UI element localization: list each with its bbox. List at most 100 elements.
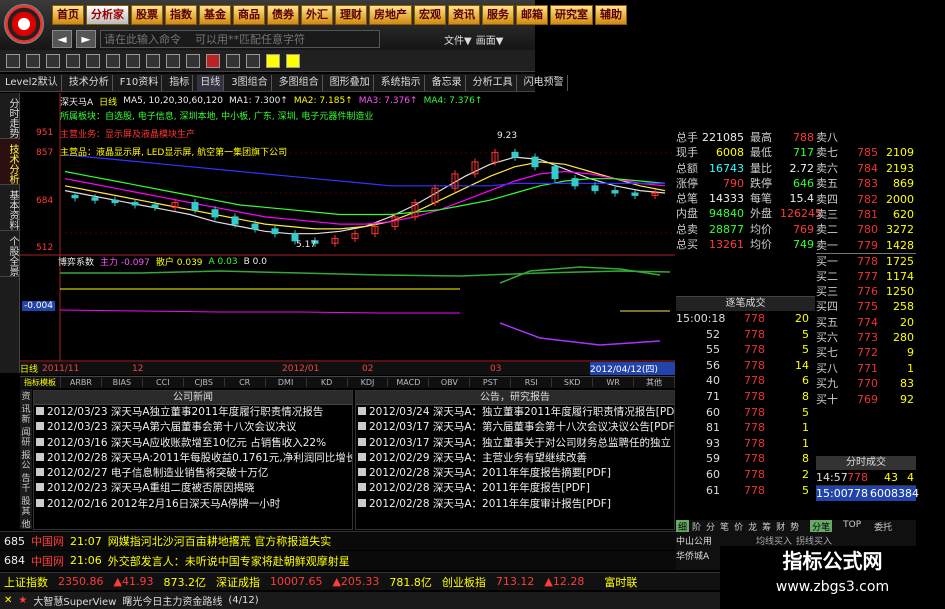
toolbar-item[interactable]: 多图组合 xyxy=(276,74,323,91)
news-row[interactable]: 2012/02/29 深天马A：主营业务有望继续改善 xyxy=(356,451,674,466)
news-headline[interactable]: 2012/02/28 深天马A：2011年年度审计报告[PDF] xyxy=(369,498,611,510)
side-tab[interactable]: 财 xyxy=(774,520,787,533)
view-menu[interactable]: 画面▼ xyxy=(476,32,504,47)
alert-icon[interactable] xyxy=(266,53,280,68)
order-row[interactable]: 买三 776 1250 xyxy=(816,284,916,299)
news-vertical-tab[interactable]: 公告 xyxy=(20,458,32,484)
menu-item[interactable]: 首页 xyxy=(52,5,84,25)
side-tab[interactable]: 龙 xyxy=(746,520,759,533)
indicator-tab[interactable]: PST xyxy=(470,378,512,387)
news-row[interactable]: 2012/02/28 深天马A：2011年年度审计报告[PDF] xyxy=(356,497,674,512)
list-icon[interactable] xyxy=(106,53,120,68)
zoom-out-icon[interactable] xyxy=(66,53,80,68)
toolbar-item[interactable]: F10资料 xyxy=(117,74,163,91)
menu-item[interactable]: 服务 xyxy=(482,5,514,25)
arrow-right-icon[interactable] xyxy=(146,53,160,68)
menu-item[interactable]: 外汇 xyxy=(301,5,333,25)
news-row[interactable]: 2012/03/17 深天马A：第六届董事会第十八次会议决议公告[PDF] xyxy=(356,420,674,435)
toolbar-item[interactable]: 指标 xyxy=(166,74,194,91)
menu-item[interactable]: 商品 xyxy=(233,5,265,25)
indicator-tab[interactable]: KDJ xyxy=(348,378,389,387)
news-headline[interactable]: 2012/03/17 深天马A：独立董事关于对公司财务总监聘任的独立 xyxy=(369,437,671,449)
toolbar-item[interactable]: 图形叠加 xyxy=(327,74,374,91)
arrow-left-icon[interactable] xyxy=(126,53,140,68)
news-headline[interactable]: 2012/02/29 深天马A：主营业务有望继续改善 xyxy=(369,452,587,464)
menu-item[interactable]: 房地产 xyxy=(369,5,412,25)
indicator-tab[interactable]: SKD xyxy=(552,378,594,387)
indicator-tab[interactable]: BIAS xyxy=(102,378,143,387)
grid-icon[interactable] xyxy=(6,53,20,68)
menu-item[interactable]: 辅助 xyxy=(595,5,627,25)
news-row[interactable]: 2012/02/28 深天马A：2011年年度报告[PDF] xyxy=(356,481,674,496)
order-row[interactable]: 买十 769 92 xyxy=(816,392,916,407)
minus-icon[interactable] xyxy=(166,53,180,68)
side-tab[interactable]: 势 xyxy=(788,520,801,533)
news-row[interactable]: 2012/03/23 深天马A独立董事2011年度履行职责情况报告 xyxy=(34,405,352,420)
indicator-tab[interactable]: MACD xyxy=(388,378,430,387)
news-headline[interactable]: 2012/03/17 深天马A：第六届董事会第十八次会议决议公告[PDF] xyxy=(369,421,674,433)
order-row[interactable]: 买八 771 1 xyxy=(816,361,916,376)
toolbar-item[interactable]: 闪电预警 xyxy=(521,74,568,91)
news-headline[interactable]: 2012/03/24 深天马A：独立董事2011年度履行职责情况报告[PDF] xyxy=(369,406,674,418)
zoom-in-icon[interactable] xyxy=(46,53,60,68)
side-tab[interactable]: 分 xyxy=(704,520,717,533)
record-icon[interactable] xyxy=(206,53,220,68)
news-headline[interactable]: 2012/02/28 深天马A：2011年年度报告摘要[PDF] xyxy=(369,467,611,479)
order-row[interactable]: 买一 778 1725 xyxy=(816,253,916,268)
news-vertical-tab[interactable]: 研报 xyxy=(20,435,32,461)
news-vertical-tab[interactable]: 其他 xyxy=(20,504,32,530)
news-row[interactable]: 2012/02/23 深天马A重组二度被否原因揭晓 xyxy=(34,481,352,496)
toolbar-item[interactable]: 日线 xyxy=(197,74,225,91)
order-row[interactable]: 买五 774 20 xyxy=(816,315,916,330)
forward-icon[interactable]: ► xyxy=(76,30,96,48)
order-row[interactable]: 卖三 781 620 xyxy=(816,207,916,222)
news-row[interactable]: 2012/03/23 深天马A第六届董事会第十八次会议决议 xyxy=(34,420,352,435)
news-ticker-1[interactable]: 685 中国网 21:07 网媒指河北沙河百亩耕地撂荒 官方称报道失实 xyxy=(0,531,676,550)
menu-item[interactable]: 指数 xyxy=(165,5,197,25)
news-row[interactable]: 2012/02/28 深天马A:2011年每股收益0.1761元,净利润同比增长… xyxy=(34,451,352,466)
news-row[interactable]: 2012/03/17 深天马A：独立董事关于对公司财务总监聘任的独立 xyxy=(356,436,674,451)
file-menu[interactable]: 文件▼ xyxy=(444,32,472,47)
menu-item[interactable]: 资讯 xyxy=(448,5,480,25)
menu-item[interactable]: 股票 xyxy=(131,5,163,25)
close-icon[interactable]: ✕ xyxy=(4,595,12,606)
menu-item[interactable]: 宏观 xyxy=(414,5,446,25)
diamond-icon[interactable] xyxy=(286,53,300,68)
news-row[interactable]: 2012/02/27 电子信息制造业销售将突破十万亿 xyxy=(34,466,352,481)
news-vertical-tab[interactable]: 千股 xyxy=(20,481,32,507)
menu-item[interactable]: 基金 xyxy=(199,5,231,25)
command-input[interactable] xyxy=(100,30,380,48)
indicator-tab[interactable]: CCI xyxy=(143,378,184,387)
indicator-tab[interactable]: DMI xyxy=(266,378,307,387)
side-tab[interactable]: 分笔 xyxy=(810,520,833,533)
news-vertical-tab[interactable]: 资讯 xyxy=(20,389,32,415)
vertical-tab[interactable]: 个股全景 xyxy=(0,231,20,277)
vertical-tab[interactable]: 基本资料 xyxy=(0,185,20,231)
toolbar-item[interactable]: 分析工具 xyxy=(470,74,517,91)
index-name[interactable]: 上证指数 xyxy=(4,574,48,590)
order-row[interactable]: 卖八 xyxy=(816,130,916,145)
order-row[interactable]: 买二 777 1174 xyxy=(816,269,916,284)
order-row[interactable]: 卖五 783 869 xyxy=(816,176,916,191)
cursor-icon[interactable] xyxy=(26,53,40,68)
order-row[interactable]: 卖二 780 3272 xyxy=(816,222,916,237)
back-icon[interactable]: ◄ xyxy=(52,30,72,48)
indicator-tab[interactable]: CR xyxy=(225,378,266,387)
index-name[interactable]: 深证成指 xyxy=(216,574,260,590)
news-row[interactable]: 2012/03/16 深天马A应收账款增至10亿元 占销售收入22% xyxy=(34,436,352,451)
menu-item[interactable]: 理财 xyxy=(335,5,367,25)
news-headline[interactable]: 2012/03/23 深天马A独立董事2011年度履行职责情况报告 xyxy=(47,406,323,418)
news-vertical-tab[interactable]: 新闻 xyxy=(20,412,32,438)
order-row[interactable]: 卖六 784 2193 xyxy=(816,161,916,176)
side-tab[interactable]: 笔 xyxy=(718,520,731,533)
window-icon[interactable] xyxy=(86,53,100,68)
news-row[interactable]: 2012/02/28 深天马A：2011年年度报告摘要[PDF] xyxy=(356,466,674,481)
menu-item[interactable]: 债券 xyxy=(267,5,299,25)
news-headline[interactable]: 2012/02/28 深天马A:2011年每股收益0.1761元,净利润同比增长… xyxy=(47,452,352,464)
plus-icon[interactable] xyxy=(186,53,200,68)
news-headline[interactable]: 2012/02/27 电子信息制造业销售将突破十万亿 xyxy=(47,467,268,479)
order-row[interactable]: 买四 775 258 xyxy=(816,299,916,314)
indicator-tab[interactable]: RSI xyxy=(511,378,553,387)
toolbar-item[interactable]: 备忘录 xyxy=(429,74,466,91)
side-tab[interactable]: 价 xyxy=(732,520,745,533)
